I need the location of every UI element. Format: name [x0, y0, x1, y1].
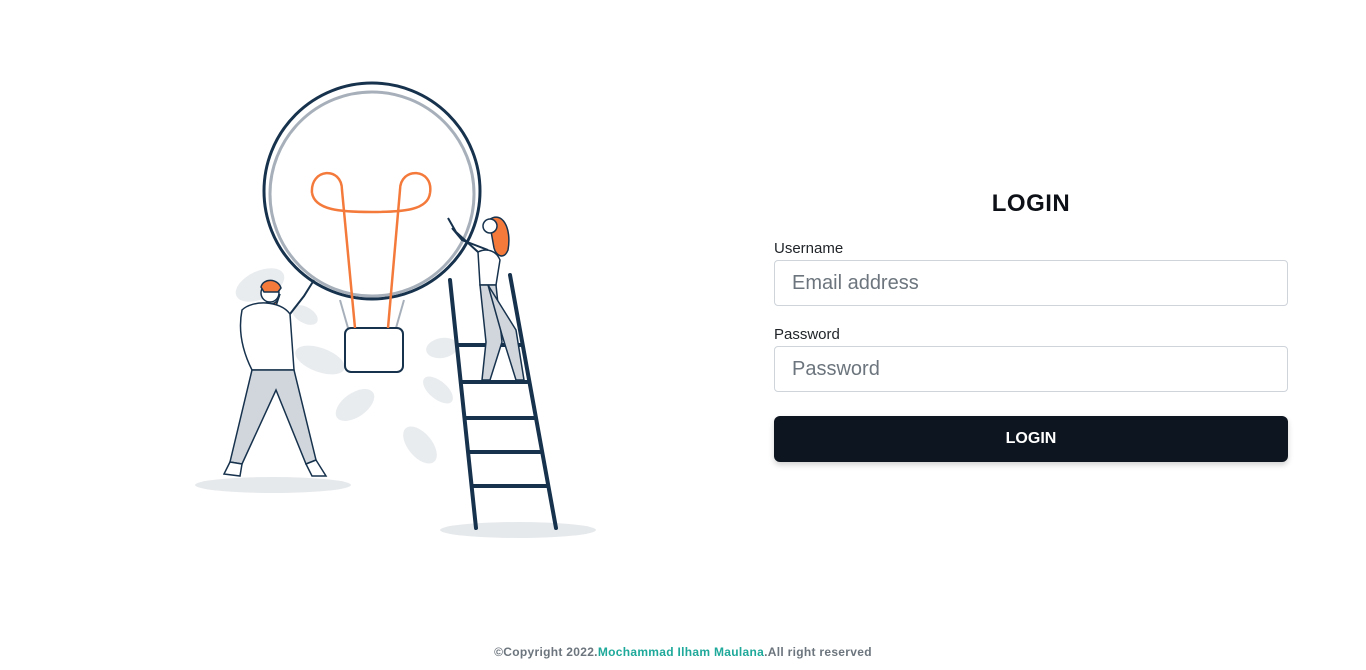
- footer-copyright: ©Copyright 2022.Mochammad Ilham Maulana.…: [0, 645, 1366, 659]
- username-input[interactable]: [774, 260, 1288, 306]
- password-input[interactable]: [774, 346, 1288, 392]
- login-button[interactable]: LOGIN: [774, 416, 1288, 462]
- copyright-suffix: .All right reserved: [764, 645, 872, 659]
- username-label: Username: [774, 240, 844, 257]
- lightbulb-illustration: [190, 80, 610, 545]
- lightbulb-team-image: [195, 81, 596, 538]
- copyright-prefix: ©Copyright 2022.: [494, 645, 598, 659]
- author-name: Mochammad Ilham Maulana: [597, 645, 765, 659]
- login-form: LOGIN Username Password LOGIN: [774, 186, 1288, 462]
- password-label: Password: [774, 326, 840, 343]
- login-title: LOGIN: [991, 190, 1071, 217]
